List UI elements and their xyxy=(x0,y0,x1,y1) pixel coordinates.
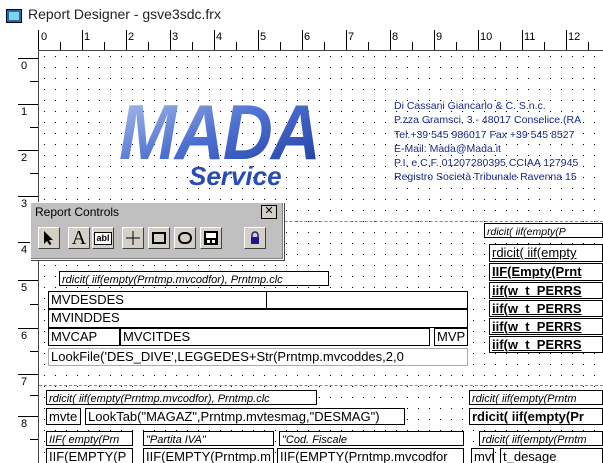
report-field[interactable]: rdicit( iif(empty(Prntmp.mvcodfor), Prnt… xyxy=(46,390,317,405)
report-field[interactable]: t_desage xyxy=(500,448,603,463)
company-info-line: Di Cassani Giancarlo & C. S.n.c. xyxy=(394,100,546,112)
report-field[interactable]: LookFile('DES_DIVE',LEGGEDES+Str(Prntmp.… xyxy=(48,348,468,366)
report-field[interactable]: MVCITDES xyxy=(120,328,430,346)
line-tool-button[interactable] xyxy=(122,227,144,249)
company-info-line: Tel.+39 545 986017 Fax +39 545 8527 xyxy=(394,128,575,141)
horizontal-ruler[interactable]: 0 1 2 3 4 5 6 7 8 9 10 11 12 xyxy=(38,30,603,51)
palette-title: Report Controls xyxy=(35,205,120,219)
report-field[interactable]: MVP xyxy=(434,328,468,346)
band-separator xyxy=(39,385,603,386)
company-info-line: Registro Società Tribunale Ravenna 15 xyxy=(394,171,577,184)
report-field[interactable]: MVCAP xyxy=(48,328,120,346)
picture-icon xyxy=(204,231,218,245)
report-field[interactable]: "Partita IVA" xyxy=(143,431,274,446)
rounded-rectangle-tool-button[interactable] xyxy=(174,227,196,249)
palette-close-button[interactable]: ✕ xyxy=(261,205,277,219)
lock-tool-button[interactable] xyxy=(244,227,266,249)
company-info-line: E-Mail: Mada@Mada.it xyxy=(394,142,501,155)
report-field[interactable]: rdicit( iif(empty(Prntmp.mvcodfor), Prnt… xyxy=(59,271,329,286)
label-tool-button[interactable]: A xyxy=(68,227,90,249)
report-field[interactable]: mvte xyxy=(46,408,81,425)
lock-icon xyxy=(251,231,259,244)
report-field[interactable]: iif(w_t_PERRS xyxy=(489,318,603,335)
company-info-line: P.zza Gramsci, 3 - 48017 Conselice (RA xyxy=(394,114,582,127)
line-icon xyxy=(126,231,140,245)
report-field[interactable]: mvt xyxy=(471,448,494,463)
label-icon: A xyxy=(71,226,87,249)
report-field[interactable]: iif(w_t_PERRS xyxy=(489,282,603,299)
title-bar[interactable]: Report Designer - gsve3sdc.frx xyxy=(0,0,603,30)
mada-logo: MADA Service xyxy=(99,81,321,196)
company-info: Di Cassani Giancarlo & C. S.n.c. P.zza G… xyxy=(394,99,581,185)
report-field[interactable]: IIF(EMPTY(Prntmp.mvcodfor xyxy=(277,448,464,463)
report-field[interactable]: rdicit( iif(empty(P xyxy=(484,223,603,238)
report-field[interactable]: "Cod. Fiscale xyxy=(279,431,464,446)
report-field[interactable]: iif(w_t_PERRS xyxy=(489,336,603,353)
report-designer-icon xyxy=(6,9,22,23)
rectangle-icon xyxy=(152,232,166,244)
field-tool-button[interactable]: abl xyxy=(92,227,114,249)
window-title: Report Designer - gsve3sdc.frx xyxy=(28,6,221,22)
report-field[interactable]: IIF(Empty(Prnt xyxy=(489,263,603,281)
report-field[interactable]: IIF( empty(Prn xyxy=(46,431,133,446)
picture-tool-button[interactable] xyxy=(200,227,222,249)
logo-sub: Service xyxy=(189,161,282,191)
field-icon: abl xyxy=(94,231,112,245)
pointer-icon xyxy=(44,231,53,245)
report-controls-palette[interactable]: Report Controls ✕ A abl xyxy=(30,202,284,260)
ruler-h-ticks xyxy=(38,30,589,50)
report-field-outline xyxy=(48,291,267,309)
report-designer-window: Report Designer - gsve3sdc.frx 0 1 2 3 4… xyxy=(0,0,603,463)
report-field[interactable]: IIF(EMPTY(P xyxy=(46,448,133,463)
company-info-line: P.I. e C.F. 01207280395 CCIAA 127945 xyxy=(394,157,579,170)
report-field[interactable]: rdicit( iif(empty(Prntm xyxy=(469,390,603,405)
report-field[interactable]: MVINDDES xyxy=(48,309,468,328)
report-field[interactable]: rdicit( iif(empty xyxy=(489,244,603,262)
rectangle-tool-button[interactable] xyxy=(148,227,170,249)
report-field[interactable]: LookTab("MAGAZ",Prntmp.mvtesmag,"DESMAG"… xyxy=(85,408,405,425)
report-field[interactable]: rdicit( iif(empty(Pr xyxy=(469,408,603,425)
pointer-tool-button[interactable] xyxy=(38,227,60,249)
report-field[interactable]: iif(w_t_PERRS xyxy=(489,300,603,317)
rounded-rectangle-icon xyxy=(178,232,192,244)
report-field[interactable]: rdicit( iif(empty(Prntm xyxy=(479,431,603,446)
ruler-corner xyxy=(18,30,38,50)
report-field[interactable]: IIF(EMPTY(Prntmp.m xyxy=(143,448,274,463)
